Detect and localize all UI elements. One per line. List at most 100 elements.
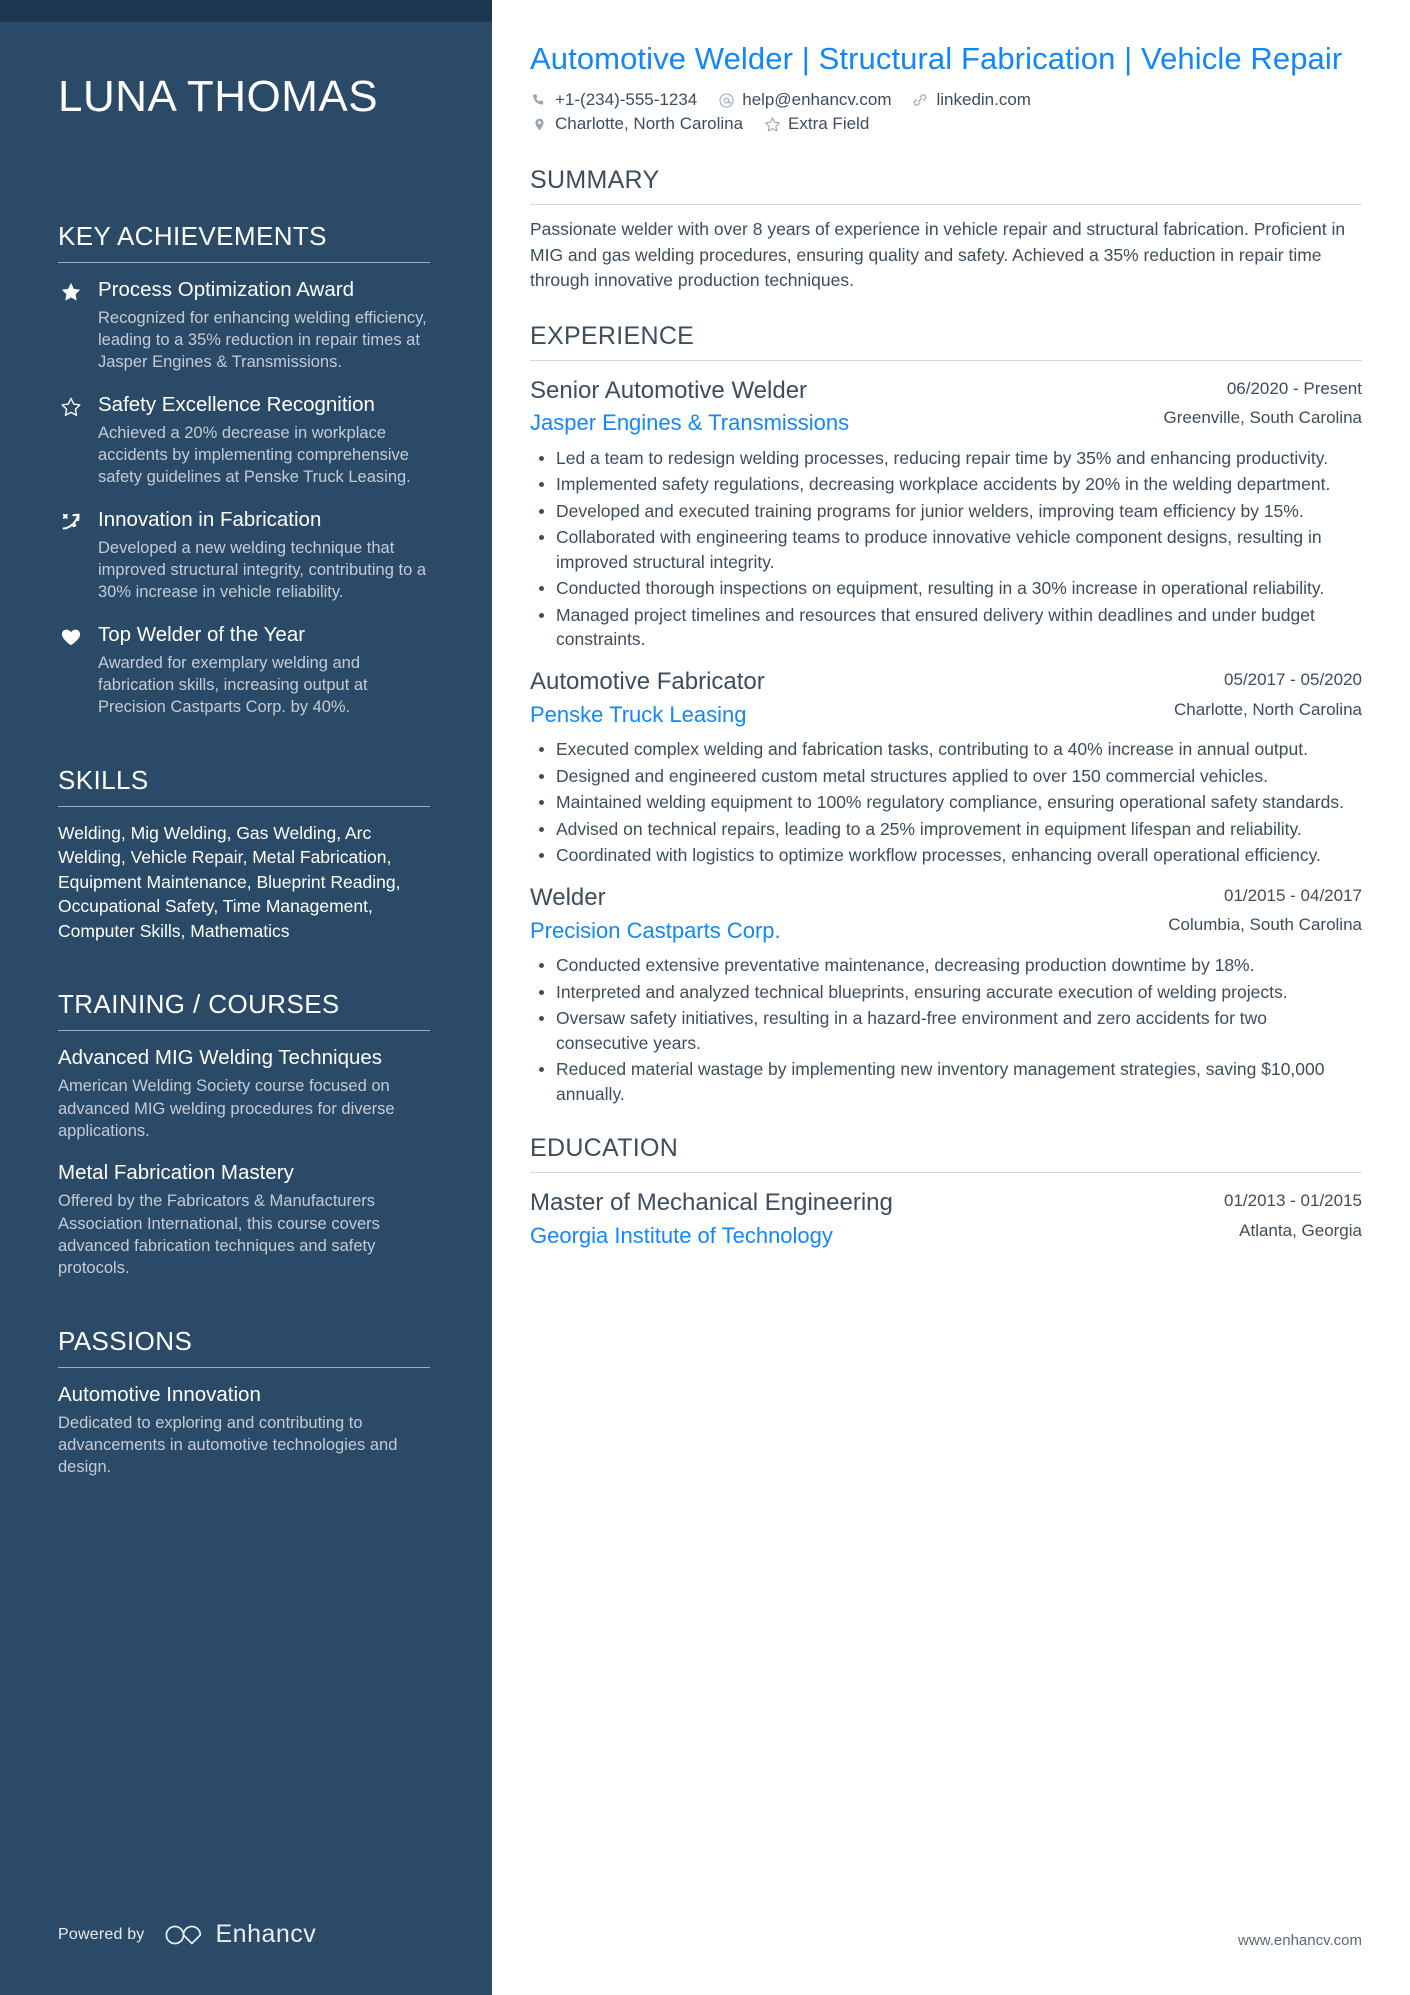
achievement-title: Innovation in Fabrication — [98, 507, 322, 531]
section-summary: SUMMARY Passionate welder with over 8 ye… — [530, 166, 1362, 293]
section-passions: PASSIONS Automotive Innovation Dedicated… — [58, 1326, 430, 1479]
course-item: Metal Fabrication Mastery Offered by the… — [58, 1160, 430, 1279]
education-location: Atlanta, Georgia — [1239, 1220, 1362, 1240]
experience-entry: Automotive Fabricator Penske Truck Leasi… — [530, 668, 1362, 868]
achievement-item: Safety Excellence Recognition Achieved a… — [58, 392, 430, 489]
bullet-item: Interpreted and analyzed technical bluep… — [530, 980, 1362, 1005]
phone-icon — [530, 91, 548, 109]
bullet-item: Managed project timelines and resources … — [530, 603, 1362, 652]
job-bullets: Conducted extensive preventative mainten… — [530, 953, 1362, 1106]
course-title: Advanced MIG Welding Techniques — [58, 1046, 383, 1070]
contact-location-text: Charlotte, North Carolina — [555, 114, 744, 134]
powered-by-label: Powered by — [58, 1925, 145, 1943]
contact-email[interactable]: help@enhancv.com — [717, 90, 891, 110]
bullet-item: Executed complex welding and fabrication… — [530, 737, 1362, 762]
degree-title: Master of Mechanical Engineering — [530, 1189, 893, 1217]
location-pin-icon — [530, 115, 548, 133]
resume-page: LUNA THOMAS KEY ACHIEVEMENTS Process Opt… — [0, 0, 1410, 1995]
experience-title: EXPERIENCE — [530, 321, 695, 350]
job-bullets: Led a team to redesign welding processes… — [530, 446, 1362, 652]
contact-extra-field-text: Extra Field — [788, 114, 870, 134]
job-location: Columbia, South Carolina — [1168, 915, 1362, 935]
link-icon — [911, 91, 929, 109]
contact-row-1: +1-(234)-555-1234 help@enhancv.com linke… — [530, 90, 1362, 114]
education-title: EDUCATION — [530, 1134, 679, 1163]
school-name[interactable]: Georgia Institute of Technology — [530, 1222, 1206, 1251]
achievement-item: Top Welder of the Year Awarded for exemp… — [58, 622, 430, 719]
achievement-text: Achieved a 20% decrease in workplace acc… — [98, 423, 411, 487]
education-dates: 01/2013 - 01/2015 — [1223, 1191, 1362, 1211]
sidebar: LUNA THOMAS KEY ACHIEVEMENTS Process Opt… — [0, 0, 492, 1995]
section-key-achievements: KEY ACHIEVEMENTS Process Optimization Aw… — [58, 221, 430, 719]
section-training-courses: TRAINING / COURSES Advanced MIG Welding … — [58, 989, 430, 1279]
achievement-text: Developed a new welding technique that i… — [98, 538, 427, 602]
bullet-item: Collaborated with engineering teams to p… — [530, 525, 1362, 574]
achievement-text: Awarded for exemplary welding and fabric… — [98, 653, 368, 717]
contact-extra-field: Extra Field — [763, 114, 869, 134]
innovation-arrow-icon — [58, 507, 84, 604]
contact-phone[interactable]: +1-(234)-555-1234 — [530, 90, 697, 110]
job-dates: 05/2017 - 05/2020 — [1223, 669, 1362, 689]
section-skills: SKILLS Welding, Mig Welding, Gas Welding… — [58, 765, 430, 944]
achievement-title: Safety Excellence Recognition — [98, 392, 375, 416]
contact-location: Charlotte, North Carolina — [530, 114, 743, 134]
course-description: Offered by the Fabricators & Manufacture… — [58, 1192, 380, 1278]
job-location: Charlotte, North Carolina — [1173, 699, 1362, 719]
experience-entry: Senior Automotive Welder Jasper Engines … — [530, 377, 1362, 652]
divider — [530, 204, 1362, 206]
skills-list: Welding, Mig Welding, Gas Welding, Arc W… — [58, 822, 401, 941]
bullet-item: Led a team to redesign welding processes… — [530, 446, 1362, 471]
course-item: Advanced MIG Welding Techniques American… — [58, 1045, 430, 1142]
contact-linkedin[interactable]: linkedin.com — [911, 90, 1031, 110]
star-filled-icon — [58, 277, 84, 374]
divider — [530, 1172, 1362, 1174]
achievement-title: Top Welder of the Year — [98, 622, 306, 646]
passion-title: Automotive Innovation — [58, 1382, 261, 1406]
bullet-item: Designed and engineered custom metal str… — [530, 764, 1362, 789]
job-bullets: Executed complex welding and fabrication… — [530, 737, 1362, 868]
divider — [530, 359, 1362, 361]
bullet-item: Conducted extensive preventative mainten… — [530, 953, 1362, 978]
enhancv-wordmark: Enhancv — [215, 1920, 317, 1948]
skills-title: SKILLS — [58, 764, 149, 795]
divider — [58, 261, 430, 263]
candidate-name: LUNA THOMAS — [58, 72, 379, 121]
course-description: American Welding Society course focused … — [58, 1077, 395, 1140]
education-entry: Master of Mechanical Engineering Georgia… — [530, 1189, 1362, 1250]
bullet-item: Conducted thorough inspections on equipm… — [530, 576, 1362, 601]
star-outline-icon — [763, 115, 781, 133]
course-title: Metal Fabrication Mastery — [58, 1161, 294, 1185]
training-courses-title: TRAINING / COURSES — [58, 989, 340, 1020]
enhancv-mark-icon — [165, 1925, 201, 1944]
contact-row-2: Charlotte, North Carolina Extra Field — [530, 114, 1362, 138]
job-dates: 06/2020 - Present — [1226, 378, 1362, 398]
contact-info: +1-(234)-555-1234 help@enhancv.com linke… — [530, 90, 1362, 138]
passion-description: Dedicated to exploring and contributing … — [58, 1413, 398, 1477]
summary-text: Passionate welder with over 8 years of e… — [530, 219, 1346, 291]
achievement-item: Process Optimization Award Recognized fo… — [58, 277, 430, 374]
bullet-item: Maintained welding equipment to 100% reg… — [530, 790, 1362, 815]
job-title: Senior Automotive Welder — [530, 376, 808, 404]
company-name[interactable]: Jasper Engines & Transmissions — [530, 409, 1146, 438]
key-achievements-title: KEY ACHIEVEMENTS — [58, 220, 327, 251]
divider — [58, 1366, 430, 1368]
footer-url: www.enhancv.com — [1238, 1932, 1362, 1949]
summary-title: SUMMARY — [530, 166, 660, 195]
headline-title: Automotive Welder | Structural Fabricati… — [530, 41, 1343, 76]
bullet-item: Implemented safety regulations, decreasi… — [530, 472, 1362, 497]
bullet-item: Oversaw safety initiatives, resulting in… — [530, 1006, 1362, 1055]
experience-entry: Welder Precision Castparts Corp. 01/2015… — [530, 884, 1362, 1106]
enhancv-logo: Enhancv — [163, 1920, 317, 1949]
at-email-icon — [717, 91, 735, 109]
job-title: Automotive Fabricator — [530, 667, 765, 695]
heart-filled-icon — [58, 622, 84, 719]
company-name[interactable]: Precision Castparts Corp. — [530, 917, 1150, 946]
bullet-item: Developed and executed training programs… — [530, 499, 1362, 524]
powered-by-enhancv: Powered by Enhancv — [58, 1920, 316, 1949]
achievement-title: Process Optimization Award — [98, 277, 354, 301]
achievement-item: Innovation in Fabrication Developed a ne… — [58, 507, 430, 604]
contact-linkedin-text: linkedin.com — [936, 90, 1031, 110]
divider — [58, 1030, 430, 1032]
company-name[interactable]: Penske Truck Leasing — [530, 701, 1156, 730]
sidebar-topbar — [0, 0, 492, 22]
